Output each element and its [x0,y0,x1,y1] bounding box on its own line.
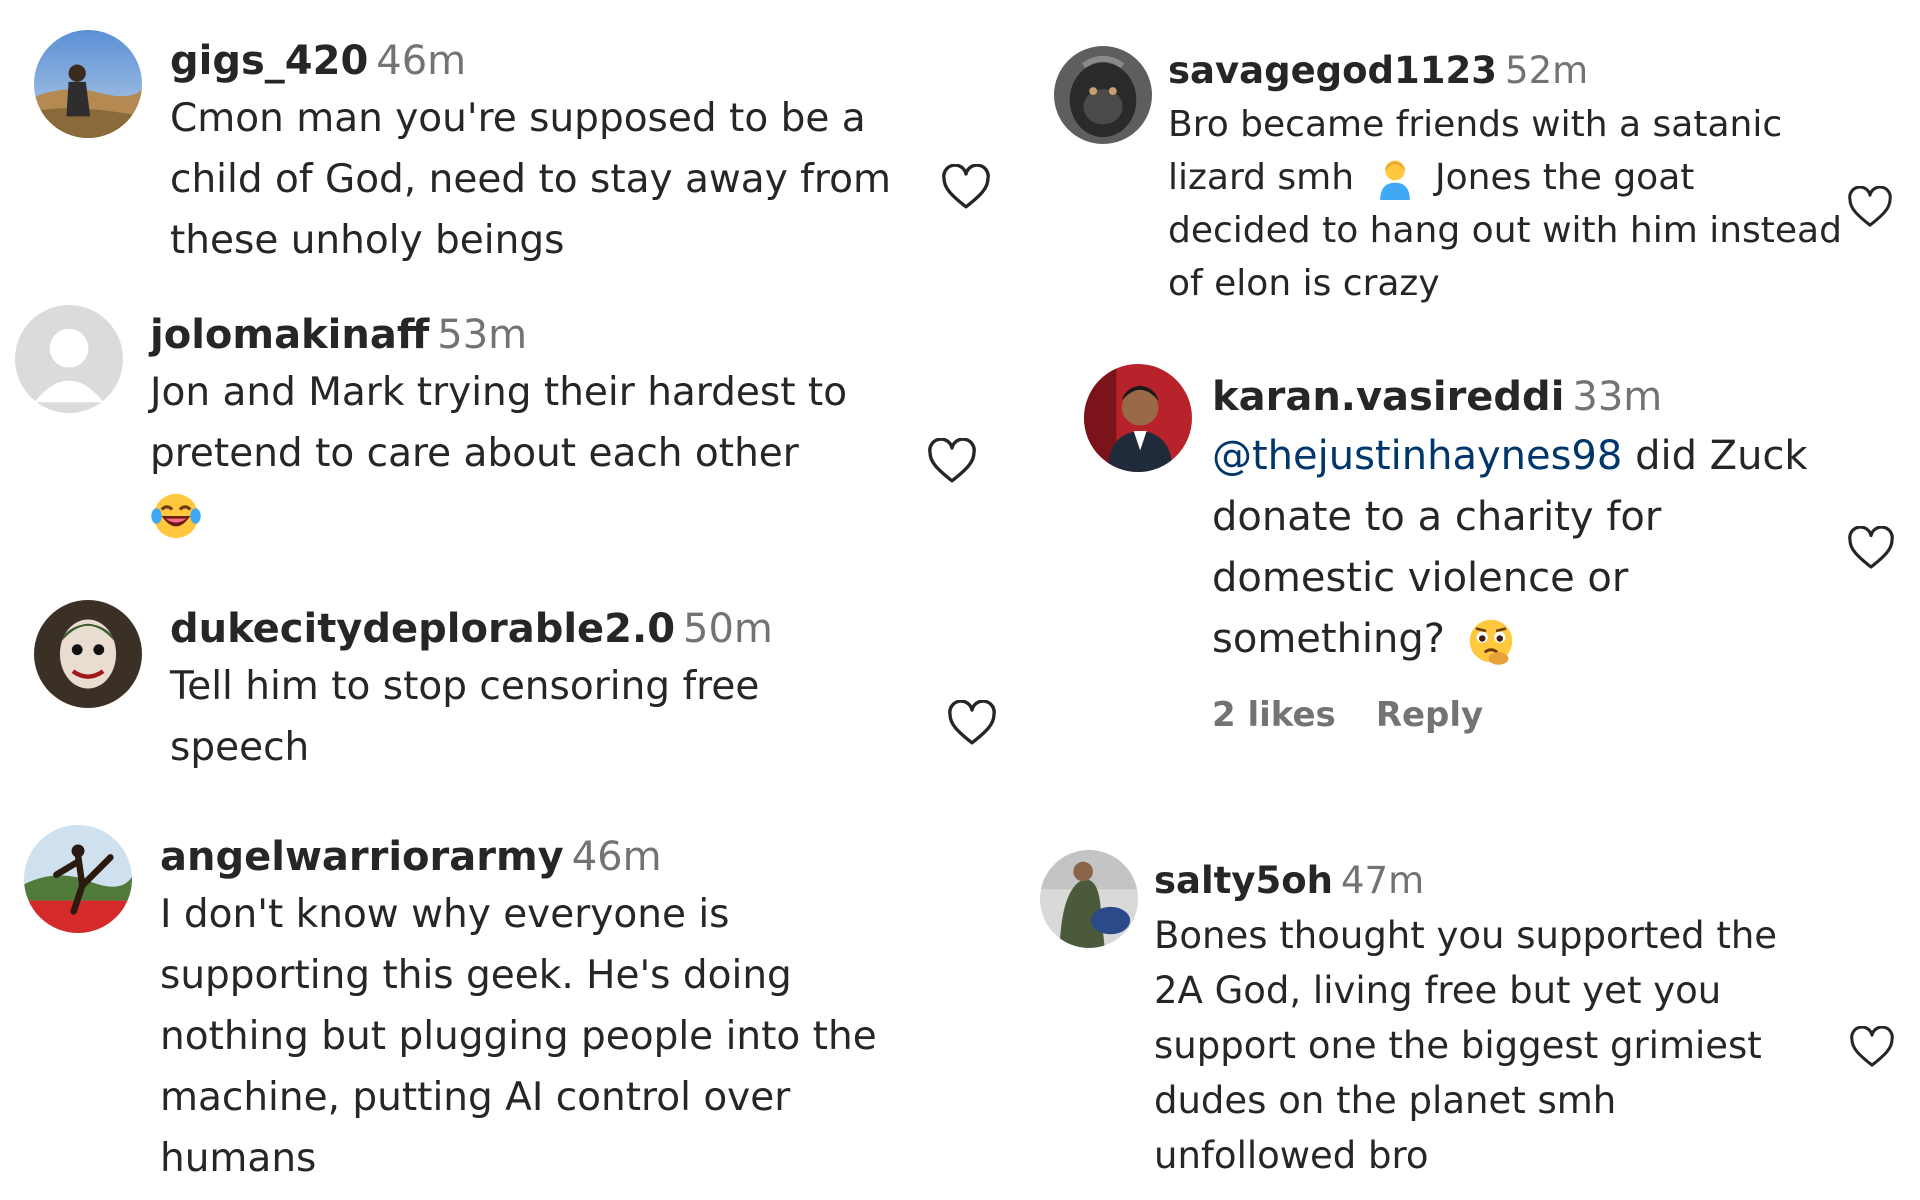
person-emoji [1376,158,1414,200]
comment-salty5oh: salty5oh 47m Bones thought you supported … [1040,830,1920,1200]
timestamp: 47m [1340,859,1425,902]
heart-outline-icon[interactable] [1846,186,1894,228]
comment-text: I don't know why everyone is supporting … [160,892,877,1181]
avatar[interactable] [15,305,123,413]
comment-header: jolomakinaff 53m [150,308,930,362]
username[interactable]: karan.vasireddi [1212,374,1564,420]
comment-header: gigs_420 46m [170,34,930,88]
timestamp: 46m [376,38,467,84]
comment-actions: 2 likes Reply [1212,690,1892,740]
comment-header: angelwarriorarmy 46m [160,830,920,884]
comment-savagegod1123: savagegod1123 52m Bro became friends with… [1040,0,1920,330]
avatar[interactable] [1054,46,1152,144]
heart-outline-icon[interactable] [1846,526,1896,570]
avatar[interactable] [34,30,142,138]
comment-text: Jon and Mark trying their hardest to pre… [150,362,930,560]
comment-body: karan.vasireddi 33m @thejustinhaynes98 di… [1212,368,1892,740]
comment-body: dukecitydeplorable2.0 50m Tell him to sto… [170,602,930,778]
likes-count[interactable]: 2 likes [1212,695,1336,735]
comment-header: savagegod1123 52m [1168,44,1848,98]
comment-text: Bones thought you supported the 2A God, … [1154,914,1778,1177]
laughing-tears-emoji [150,490,930,560]
comment-header: salty5oh 47m [1154,854,1854,908]
comment-karan-vasireddi: karan.vasireddi 33m @thejustinhaynes98 di… [1040,350,1920,770]
comment-body: angelwarriorarmy 46m I don't know why eve… [160,830,920,1189]
comment-body: salty5oh 47m Bones thought you supported … [1154,854,1854,1183]
timestamp: 52m [1505,49,1589,92]
comment-body: savagegod1123 52m Bro became friends with… [1168,44,1848,310]
timestamp: 53m [437,312,528,358]
comment-text: Bro became friends with a satanic lizard… [1168,98,1848,310]
username[interactable]: salty5oh [1154,859,1333,902]
heart-outline-icon[interactable] [926,438,978,484]
timestamp: 33m [1572,374,1663,420]
comment-text: Tell him to stop censoring free speech [170,664,760,770]
comment-dukecitydeplorable: dukecitydeplorable2.0 50m Tell him to sto… [0,590,1000,810]
comment-body: jolomakinaff 53m Jon and Mark trying thei… [150,308,930,560]
avatar[interactable] [34,600,142,708]
avatar[interactable] [1040,850,1138,948]
username[interactable]: angelwarriorarmy [160,834,564,880]
avatar[interactable] [24,825,132,933]
thinking-pleading-emoji [1466,616,1516,666]
comment-angelwarriorarmy: angelwarriorarmy 46m I don't know why eve… [0,820,1000,1200]
timestamp: 46m [571,834,662,880]
username[interactable]: savagegod1123 [1168,49,1497,92]
comment-header: dukecitydeplorable2.0 50m [170,602,930,656]
comment-body: gigs_420 46m Cmon man you're supposed to … [170,34,930,271]
username[interactable]: gigs_420 [170,38,368,84]
reply-button[interactable]: Reply [1376,695,1483,735]
heart-outline-icon[interactable] [946,700,998,746]
username[interactable]: dukecitydeplorable2.0 [170,606,675,652]
comment-text: Cmon man you're supposed to be a child o… [170,96,891,263]
avatar[interactable] [1084,364,1192,472]
timestamp: 50m [683,606,773,652]
heart-outline-icon[interactable] [940,164,992,210]
comments-screenshot: gigs_420 46m Cmon man you're supposed to … [0,0,1920,1200]
comment-gigs-420: gigs_420 46m Cmon man you're supposed to … [0,0,1000,280]
mention-link[interactable]: @thejustinhaynes98 [1212,433,1622,479]
comment-text-content: Jon and Mark trying their hardest to pre… [150,370,848,476]
comment-text: @thejustinhaynes98 did Zuck donate to a … [1212,426,1852,670]
username[interactable]: jolomakinaff [150,312,429,358]
comment-header: karan.vasireddi 33m [1212,368,1892,426]
comment-jolomakinaff: jolomakinaff 53m Jon and Mark trying thei… [0,290,1000,550]
heart-outline-icon[interactable] [1848,1026,1896,1068]
